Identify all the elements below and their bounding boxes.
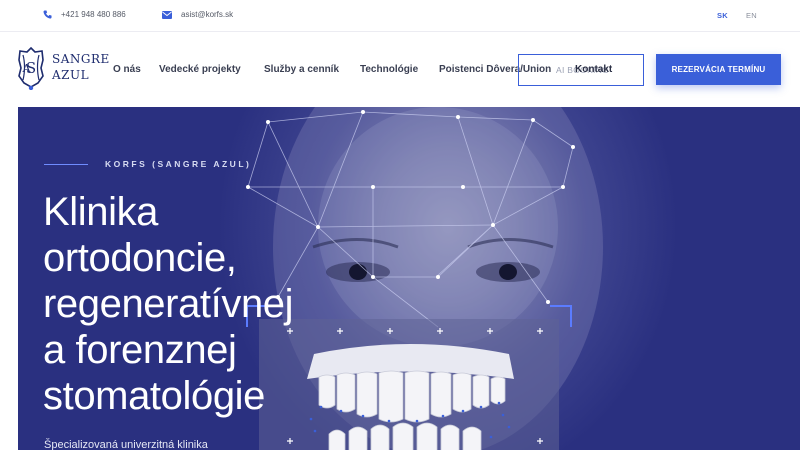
headline-line: a forenznej (43, 328, 237, 372)
nav-o-nas[interactable]: O nás (113, 64, 141, 75)
phone-icon (43, 10, 52, 19)
phone-number: +421 948 480 886 (61, 10, 126, 19)
logo[interactable]: S A SANGRE AZUL (16, 46, 109, 94)
headline-line: Klinika (43, 190, 159, 234)
hero-banner: KORFS (SANGRE AZUL) Klinika ortodoncie, … (18, 107, 800, 450)
email-address: asist@korfs.sk (181, 10, 234, 19)
nav-technologie[interactable]: Technológie (360, 64, 418, 75)
logo-emblem: S A (18, 46, 44, 90)
svg-text:A: A (22, 62, 32, 75)
hero-eyebrow: KORFS (SANGRE AZUL) (105, 159, 252, 169)
nav-vedecke-projekty[interactable]: Vedecké projekty (159, 64, 241, 75)
logo-line-2: AZUL (52, 68, 90, 82)
headline-line: ortodoncie, (43, 236, 237, 280)
logo-line-1: SANGRE (52, 52, 110, 66)
lang-en[interactable]: EN (746, 11, 757, 20)
hero-subtitle: Špecializovaná univerzitná klinika (44, 439, 208, 450)
reservation-button[interactable]: REZERVÁCIA TERMÍNU (656, 54, 781, 85)
contact-label: Kontakt (575, 64, 613, 75)
phone-contact[interactable]: +421 948 480 886 (43, 10, 126, 19)
headline-line: stomatológie (43, 374, 265, 418)
nav-sluzby-a-cennik[interactable]: Služby a cenník (264, 64, 339, 75)
headline-line: regeneratívnej (43, 282, 294, 326)
mail-icon (162, 10, 172, 19)
hero-headline: Klinika ortodoncie, regeneratívnej a for… (43, 189, 383, 419)
lang-sk[interactable]: SK (717, 11, 728, 20)
email-contact[interactable]: asist@korfs.sk (162, 10, 233, 19)
eyebrow-divider (44, 164, 88, 165)
top-contact-bar: +421 948 480 886 asist@korfs.sk SK EN (0, 0, 800, 32)
contact-button[interactable]: AI BOOKING Kontakt (518, 54, 644, 86)
